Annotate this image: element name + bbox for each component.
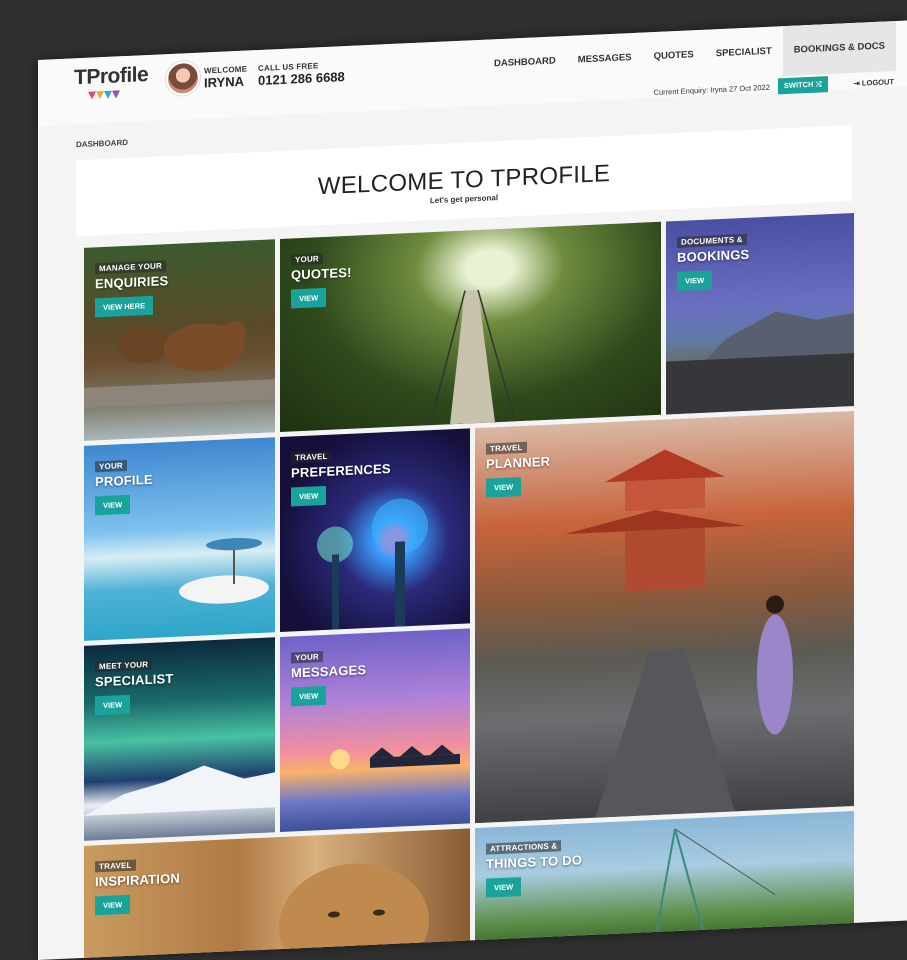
tprofile-logo[interactable]: TProfile (74, 62, 149, 100)
lioness-image (279, 863, 429, 960)
logo-text: TProfile (74, 62, 149, 90)
rope-bridge-image (429, 289, 516, 426)
tile-documents-bookings[interactable]: DOCUMENTS & BOOKINGS VIEW (666, 212, 854, 415)
tile-tag: YOUR (291, 253, 323, 266)
tile-attractions[interactable]: ATTRACTIONS & THINGS TO DO VIEW (475, 810, 854, 949)
tile-title: QUOTES! (291, 264, 352, 283)
tile-tag: TRAVEL (291, 450, 332, 464)
avatar[interactable] (166, 60, 200, 97)
sky-bridge-image (654, 828, 776, 941)
tile-quotes[interactable]: YOUR QUOTES! VIEW (280, 221, 661, 433)
view-button[interactable]: VIEW (291, 287, 327, 309)
tile-inspiration[interactable]: TRAVEL INSPIRATION VIEW (84, 828, 470, 960)
tile-tag: TRAVEL (95, 859, 136, 873)
breadcrumb[interactable]: DASHBOARD (76, 138, 128, 149)
tile-messages[interactable]: YOUR MESSAGES VIEW (280, 628, 470, 833)
japan-temple-image (565, 449, 793, 818)
view-button[interactable]: VIEW (95, 494, 131, 516)
switch-button[interactable]: SWITCH ⤭ (777, 76, 828, 95)
call-block: CALL US FREE 0121 286 6688 (258, 60, 345, 88)
top-header: TProfile WELCOME IRYNA CALL US FREE 0121… (38, 20, 907, 126)
view-button[interactable]: VIEW (486, 477, 522, 498)
nav-dashboard[interactable]: DASHBOARD (483, 36, 567, 90)
tile-specialist[interactable]: MEET YOUR SPECIALIST VIEW (84, 637, 275, 841)
page-sheet: TProfile WELCOME IRYNA CALL US FREE 0121… (38, 20, 907, 960)
current-enquiry-text: Current Enquiry: Iryna 27 Oct 2022 (653, 82, 770, 97)
view-button[interactable]: VIEW (486, 877, 522, 898)
tile-enquiries[interactable]: MANAGE YOUR ENQUIRIES VIEW HERE (84, 239, 275, 441)
view-button[interactable]: VIEW (95, 894, 131, 916)
tile-title: PROFILE (95, 471, 153, 490)
view-button[interactable]: VIEW (95, 694, 131, 716)
nav-specialist[interactable]: SPECIALIST (705, 26, 783, 80)
phone-number[interactable]: 0121 286 6688 (258, 69, 345, 88)
view-button[interactable]: VIEW (291, 685, 327, 707)
tile-tag: YOUR (291, 651, 323, 664)
logout-link[interactable]: ⇥ LOGOUT (854, 77, 894, 88)
nav-bookings-docs[interactable]: BOOKINGS & DOCS (782, 21, 896, 77)
nav-quotes[interactable]: QUOTES (643, 30, 705, 83)
tile-planner[interactable]: TRAVEL PLANNER VIEW (475, 410, 854, 824)
user-name: IRYNA (204, 73, 244, 91)
tile-profile[interactable]: YOUR PROFILE VIEW (84, 437, 275, 641)
tile-tag: TRAVEL (486, 441, 527, 455)
nav-messages[interactable]: MESSAGES (567, 33, 643, 86)
view-here-button[interactable]: VIEW HERE (95, 295, 154, 318)
tile-tag: YOUR (95, 459, 127, 473)
view-button[interactable]: VIEW (291, 485, 327, 507)
tile-preferences[interactable]: TRAVEL PREFERENCES VIEW (280, 428, 470, 633)
view-button[interactable]: VIEW (677, 270, 713, 291)
logo-triangles-icon (88, 90, 120, 100)
welcome-block: WELCOME IRYNA (204, 65, 247, 91)
tile-title: PLANNER (486, 453, 551, 472)
